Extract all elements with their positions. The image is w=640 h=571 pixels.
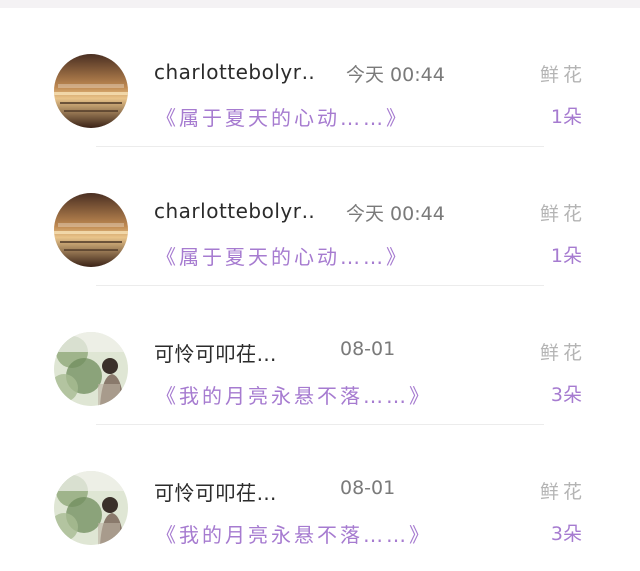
avatar[interactable] <box>54 332 128 406</box>
timestamp: 今天 00:44 <box>346 203 445 225</box>
gift-count: 3朵 <box>550 384 582 406</box>
gift-type-label: 鲜花 <box>540 342 587 364</box>
article-title-link[interactable]: 《属于夏天的心动……》 <box>156 102 409 131</box>
username[interactable]: charlottebolyr… <box>154 60 314 84</box>
gift-count: 1朵 <box>550 245 582 267</box>
top-strip <box>0 0 640 8</box>
sunset-sea-avatar-icon <box>54 193 128 267</box>
avatar[interactable] <box>54 193 128 267</box>
garden-girl-avatar-icon <box>54 332 128 406</box>
timestamp: 08-01 <box>340 477 396 499</box>
gift-type-label: 鲜花 <box>540 481 587 503</box>
article-title-link[interactable]: 《我的月亮永悬不落……》 <box>156 519 432 548</box>
username[interactable]: charlottebolyr… <box>154 199 314 223</box>
list-item[interactable]: charlottebolyr… 今天 00:44 鲜花 《属于夏天的心动……》 … <box>0 147 640 286</box>
list-item[interactable]: 可怜可叩茌… 08-01 鲜花 《我的月亮永悬不落……》 3朵 <box>0 286 640 425</box>
timestamp: 08-01 <box>340 338 396 360</box>
gift-type-label: 鲜花 <box>540 203 587 225</box>
gift-count: 1朵 <box>550 106 582 128</box>
username[interactable]: 可怜可叩茌… <box>154 477 314 506</box>
gift-count: 3朵 <box>550 523 582 545</box>
garden-girl-avatar-icon <box>54 471 128 545</box>
article-title-link[interactable]: 《属于夏天的心动……》 <box>156 241 409 270</box>
sunset-sea-avatar-icon <box>54 54 128 128</box>
avatar[interactable] <box>54 471 128 545</box>
list-item[interactable]: 可怜可叩茌… 08-01 鲜花 《我的月亮永悬不落……》 3朵 <box>0 425 640 564</box>
gift-message-list: charlottebolyr… 今天 00:44 鲜花 《属于夏天的心动……》 … <box>0 8 640 564</box>
article-title-link[interactable]: 《我的月亮永悬不落……》 <box>156 380 432 409</box>
timestamp: 今天 00:44 <box>346 64 445 86</box>
avatar[interactable] <box>54 54 128 128</box>
gift-type-label: 鲜花 <box>540 64 587 86</box>
list-item[interactable]: charlottebolyr… 今天 00:44 鲜花 《属于夏天的心动……》 … <box>0 8 640 147</box>
username[interactable]: 可怜可叩茌… <box>154 338 314 367</box>
